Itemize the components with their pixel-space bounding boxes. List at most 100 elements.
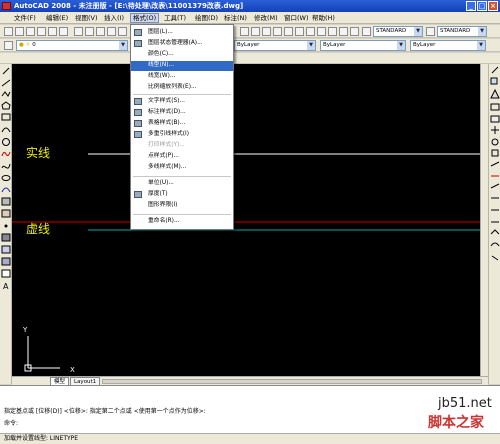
menu-help[interactable]: 帮助(H) — [310, 13, 337, 23]
text-style-icon — [134, 98, 142, 105]
maximize-button[interactable]: □ — [477, 1, 487, 11]
draw-toolbar-icons: A — [1, 67, 11, 291]
quickcalc-icon[interactable] — [339, 27, 348, 36]
menu-dimension[interactable]: 标注(N) — [222, 13, 249, 23]
format-menu-item[interactable]: 比例缩放列表(E)... — [131, 83, 233, 93]
rectangle-icon — [1, 113, 11, 121]
help-icon[interactable] — [350, 27, 359, 36]
linetype-value: ByLayer — [323, 42, 346, 48]
menu-window[interactable]: 窗口(W) — [282, 13, 311, 23]
format-menu-item[interactable]: 颜色(C)... — [131, 50, 233, 60]
save-icon[interactable] — [26, 27, 35, 36]
chamfer-icon — [490, 229, 500, 235]
format-menu-item[interactable]: 重命名(R)... — [131, 217, 233, 227]
menu-insert[interactable]: 插入(I) — [102, 13, 126, 23]
format-menu-item-label: 表格样式(B)... — [148, 120, 186, 126]
format-menu-item[interactable]: 图层(L)... — [131, 28, 233, 38]
vertical-scrollbar[interactable] — [480, 64, 488, 376]
menu-format[interactable]: 格式(O) — [130, 13, 160, 23]
chevron-down-icon: ▼ — [478, 27, 486, 36]
command-history: 指定基点或 [位移(D)] <位移>: 指定第二个点或 <使用第一个点作为位移>… — [4, 408, 206, 415]
zoom-window-icon[interactable] — [262, 27, 271, 36]
drawing-canvas[interactable]: Y X 实线 虚线 — [12, 64, 488, 376]
erase-icon — [491, 66, 499, 74]
publish-icon[interactable] — [59, 27, 68, 36]
color-combo[interactable]: ByLayer ▼ — [234, 40, 316, 51]
zoom-previous-icon[interactable] — [273, 27, 282, 36]
command-prompt[interactable]: 命令: — [4, 419, 414, 429]
text-style-combo[interactable]: STANDARD ▼ — [373, 26, 423, 37]
format-menu-item[interactable]: 表格样式(B)... — [131, 119, 233, 129]
circle-icon — [2, 138, 10, 146]
format-menu-item-label: 颜色(C)... — [148, 51, 174, 57]
title-bar: AutoCAD 2008 - 未注册版 - [E:\待处理\改表\1100137… — [0, 0, 500, 12]
fillet-icon — [490, 242, 500, 247]
match-properties-icon[interactable] — [107, 27, 116, 36]
format-menu-item[interactable]: 图层状态管理器(A)... — [131, 39, 233, 49]
move-icon — [491, 126, 499, 134]
open-icon[interactable] — [15, 27, 24, 36]
format-menu-item[interactable]: 线型(N)... — [131, 61, 233, 71]
polygon-icon — [1, 101, 11, 110]
format-menu-item[interactable]: 多线样式(M)... — [131, 163, 233, 173]
dashed-line-label: 虚线 — [26, 222, 51, 236]
dim-style-combo[interactable]: STANDARD ▼ — [437, 26, 487, 37]
format-menu-item[interactable]: 标注样式(D)... — [131, 108, 233, 118]
menu-draw[interactable]: 绘图(D) — [193, 13, 220, 23]
format-menu-item-label: 图形界限(I) — [148, 202, 178, 208]
format-menu-item-label: 线宽(W)... — [148, 73, 176, 79]
text-style-toolbar-icon[interactable] — [362, 27, 371, 36]
layer-combo[interactable]: ● ☼ 0 ▼ — [16, 40, 128, 51]
chevron-down-icon: ▼ — [307, 41, 315, 50]
new-icon[interactable] — [4, 27, 13, 36]
menu-modify[interactable]: 修改(M) — [252, 13, 280, 23]
copy-icon[interactable] — [85, 27, 94, 36]
line-icon — [2, 67, 10, 75]
menu-file[interactable]: 文件(F) — [12, 13, 38, 23]
pan-icon[interactable] — [251, 27, 260, 36]
markup-icon[interactable] — [328, 27, 337, 36]
format-menu-item[interactable]: 文字样式(S)... — [131, 97, 233, 107]
layer-value: 0 — [32, 42, 36, 48]
sheet-set-icon[interactable] — [317, 27, 326, 36]
format-menu-item[interactable]: 单位(U)... — [131, 179, 233, 189]
linetype-combo[interactable]: ByLayer ▼ — [320, 40, 406, 51]
lineweight-combo[interactable]: ByLayer ▼ — [410, 40, 486, 51]
design-center-icon[interactable] — [295, 27, 304, 36]
paste-icon[interactable] — [96, 27, 105, 36]
format-menu-item-label: 标注样式(D)... — [148, 109, 186, 115]
format-menu-item-label: 多线样式(M)... — [148, 164, 187, 170]
format-menu-item-label: 线型(N)... — [148, 62, 174, 68]
hatch-icon — [1, 233, 11, 242]
sun-icon: ☼ — [25, 42, 31, 48]
menu-edit[interactable]: 编辑(E) — [44, 13, 70, 23]
preview-icon[interactable] — [48, 27, 57, 36]
print-icon[interactable] — [37, 27, 46, 36]
drawing-area: Y X — [12, 153, 488, 374]
tool-palettes-icon[interactable] — [306, 27, 315, 36]
layer-state-icon — [134, 40, 142, 47]
revcloud-icon — [1, 151, 11, 157]
format-menu-item[interactable]: 线宽(W)... — [131, 72, 233, 82]
undo-icon[interactable] — [118, 27, 127, 36]
zoom-icon[interactable] — [240, 27, 249, 36]
format-menu-item[interactable]: 点样式(P)... — [131, 152, 233, 162]
properties-icon[interactable] — [284, 27, 293, 36]
format-menu-item-label: 重命名(R)... — [148, 218, 180, 224]
horizontal-scrollbar[interactable] — [102, 379, 482, 384]
menu-view[interactable]: 视图(V) — [73, 13, 100, 23]
close-button[interactable]: × — [488, 1, 498, 11]
extend-icon — [490, 183, 500, 189]
stretch-icon — [490, 161, 500, 167]
format-menu-item[interactable]: 多重引线样式(I) — [131, 130, 233, 140]
format-menu-item[interactable]: 厚度(T) — [131, 190, 233, 200]
format-menu-item[interactable]: 图形界限(I) — [131, 201, 233, 211]
menu-tools[interactable]: 工具(T) — [162, 13, 188, 23]
status-bar: 加载并设置线型: LINETYPE — [0, 433, 500, 444]
layer-manager-icon[interactable] — [4, 41, 13, 50]
draw-toolbar: A — [0, 64, 12, 384]
cut-icon[interactable] — [74, 27, 83, 36]
dim-style-toolbar-icon[interactable] — [426, 27, 435, 36]
format-menu-item-label: 多重引线样式(I) — [148, 131, 190, 137]
minimize-button[interactable]: _ — [466, 1, 476, 11]
